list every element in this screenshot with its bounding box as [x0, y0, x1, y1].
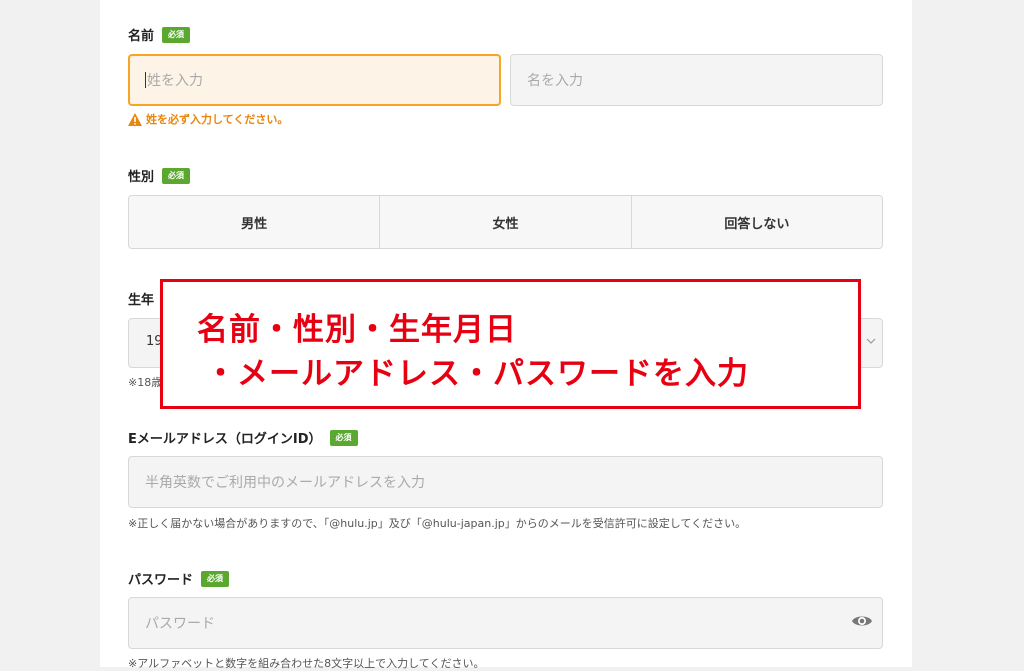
instruction-callout: 名前・性別・生年月日 ・メールアドレス・パスワードを入力 [160, 279, 861, 409]
email-label-text: Eメールアドレス（ログインID） [128, 432, 322, 447]
gender-option-no-answer[interactable]: 回答しない [632, 196, 882, 248]
email-placeholder: 半角英数でご利用中のメールアドレスを入力 [145, 475, 425, 491]
dob-note: ※18歳 [128, 376, 163, 389]
first-name-input[interactable]: 名を入力 [510, 54, 883, 106]
chevron-down-icon [866, 338, 876, 344]
callout-line-1: 名前・性別・生年月日 [197, 312, 517, 348]
name-error-text: 姓を必ず入力してください。 [146, 113, 289, 126]
gender-option-male[interactable]: 男性 [129, 196, 381, 248]
name-label-text: 名前 [128, 29, 155, 44]
required-badge: 必須 [162, 167, 191, 184]
warning-icon [128, 112, 142, 126]
password-placeholder: パスワード [145, 616, 215, 632]
last-name-placeholder: 姓を入力 [147, 73, 203, 89]
required-badge: 必須 [201, 570, 230, 587]
name-label: 名前 必須 [128, 25, 191, 44]
eye-icon[interactable] [851, 613, 873, 629]
gender-label: 性別 必須 [128, 166, 191, 185]
email-label: Eメールアドレス（ログインID） 必須 [128, 428, 358, 447]
first-name-placeholder: 名を入力 [527, 73, 583, 89]
email-note: ※正しく届かない場合がありますので、「@hulu.jp」及び「@hulu-jap… [128, 517, 747, 530]
email-input[interactable]: 半角英数でご利用中のメールアドレスを入力 [128, 456, 883, 508]
gender-option-female[interactable]: 女性 [380, 196, 632, 248]
password-label: パスワード 必須 [128, 569, 230, 588]
callout-line-2: ・メールアドレス・パスワードを入力 [205, 356, 749, 392]
gender-selector: 男性 女性 回答しない [128, 195, 883, 249]
dob-label: 生年 [128, 289, 154, 308]
name-error-message: 姓を必ず入力してください。 [128, 111, 288, 127]
required-badge: 必須 [329, 429, 358, 446]
password-label-text: パスワード [128, 573, 194, 588]
gender-label-text: 性別 [128, 170, 155, 185]
password-input[interactable]: パスワード [128, 597, 883, 649]
password-note: ※アルファベットと数字を組み合わせた8文字以上で入力してください。 [128, 657, 485, 670]
required-badge: 必須 [162, 26, 191, 43]
last-name-input[interactable]: 姓を入力 [128, 54, 501, 106]
text-caret [145, 72, 146, 88]
dob-label-text: 生年 [128, 293, 155, 308]
